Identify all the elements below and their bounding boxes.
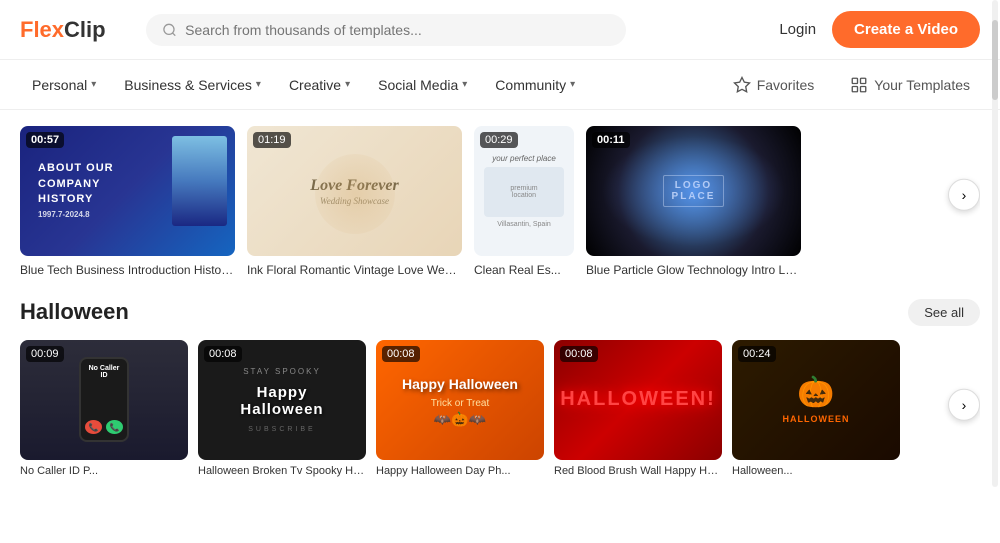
chevron-down-icon: ▾ (570, 79, 575, 90)
nav-personal-label: Personal (32, 77, 87, 93)
search-bar[interactable] (146, 14, 626, 46)
halloween-title: Halloween Broken Tv Spooky Haunted House… (198, 465, 366, 477)
login-button[interactable]: Login (779, 21, 816, 38)
scrollbar-track (992, 0, 998, 487)
duration-badge: 00:29 (480, 132, 518, 148)
template-title: Blue Particle Glow Technology Intro Logo (586, 262, 801, 279)
template-title: Clean Real Es... (474, 262, 574, 279)
main-content: 00:57 ABOUT OUR COMPANY HISTORY 1997.7-2… (0, 110, 1000, 487)
scrollbar-thumb[interactable] (992, 20, 998, 100)
section-title: Halloween (20, 299, 129, 325)
create-video-button[interactable]: Create a Video (832, 11, 980, 48)
featured-template-row: 00:57 ABOUT OUR COMPANY HISTORY 1997.7-2… (20, 110, 980, 287)
halloween-title: No Caller ID P... (20, 465, 188, 477)
halloween-title: Happy Halloween Day Ph... (376, 465, 544, 477)
logo[interactable]: FlexClip (20, 17, 130, 43)
nav-business-label: Business & Services (124, 77, 252, 93)
halloween-thumbnail: 00:24 🎃 HALLOWEEN (732, 340, 900, 460)
favorites-label: Favorites (757, 77, 815, 93)
nav: Personal ▾ Business & Services ▾ Creativ… (0, 60, 1000, 110)
nav-item-business[interactable]: Business & Services ▾ (112, 69, 273, 101)
template-thumbnail: 00:29 your perfect place premiumlocation… (474, 126, 574, 256)
template-title: Ink Floral Romantic Vintage Love Wedding… (247, 262, 462, 279)
duration-badge: 00:09 (26, 346, 64, 362)
duration-badge: 00:24 (738, 346, 776, 362)
nav-item-creative[interactable]: Creative ▾ (277, 69, 362, 101)
logo-clip: Clip (64, 17, 106, 43)
duration-badge: 00:57 (26, 132, 64, 148)
your-templates-button[interactable]: Your Templates (840, 70, 980, 100)
header-actions: Login Create a Video (779, 11, 980, 48)
halloween-card[interactable]: 00:08 HALLOWEEN! Red Blood Brush Wall Ha… (554, 340, 722, 477)
duration-badge: 00:08 (204, 346, 242, 362)
nav-community-label: Community (495, 77, 566, 93)
see-all-button[interactable]: See all (908, 299, 980, 326)
halloween-card[interactable]: 00:09 No Caller ID 📞 📞 No Caller ID P... (20, 340, 188, 477)
halloween-card[interactable]: 00:24 🎃 HALLOWEEN Halloween... (732, 340, 900, 477)
duration-badge: 00:08 (382, 346, 420, 362)
halloween-thumbnail: 00:09 No Caller ID 📞 📞 (20, 340, 188, 460)
halloween-thumbnail: 00:08 STAY SPOOKY HappyHalloween SUBSCRI… (198, 340, 366, 460)
nav-item-community[interactable]: Community ▾ (483, 69, 587, 101)
halloween-next-arrow-button[interactable]: › (948, 389, 980, 421)
nav-item-social[interactable]: Social Media ▾ (366, 69, 479, 101)
halloween-title: Red Blood Brush Wall Happy Halloween Sca… (554, 465, 722, 477)
halloween-row: 00:09 No Caller ID 📞 📞 No Caller ID P...… (20, 330, 980, 487)
chevron-down-icon: ▾ (345, 79, 350, 90)
nav-right: Favorites Your Templates (723, 70, 980, 100)
halloween-title: Halloween... (732, 465, 900, 477)
template-thumbnail: 00:57 ABOUT OUR COMPANY HISTORY 1997.7-2… (20, 126, 235, 256)
template-thumbnail: 00:11 LOGOPLACE (586, 126, 801, 256)
header: FlexClip Login Create a Video (0, 0, 1000, 60)
chevron-down-icon: ▾ (91, 79, 96, 90)
template-card[interactable]: 00:11 LOGOPLACE Blue Particle Glow Techn… (586, 126, 801, 279)
star-icon (733, 76, 751, 94)
templates-icon (850, 76, 868, 94)
next-arrow-button[interactable]: › (948, 179, 980, 211)
logo-flex: Flex (20, 17, 64, 43)
favorites-button[interactable]: Favorites (723, 70, 825, 100)
chevron-down-icon: ▾ (462, 79, 467, 90)
nav-social-label: Social Media (378, 77, 458, 93)
template-thumbnail: 01:19 Love Forever Wedding Showcase (247, 126, 462, 256)
template-card[interactable]: 00:29 your perfect place premiumlocation… (474, 126, 574, 279)
search-icon (162, 22, 177, 38)
halloween-section-header: Halloween See all (20, 299, 980, 326)
halloween-card[interactable]: 00:08 Happy Halloween Trick or Treat 🦇🎃🦇… (376, 340, 544, 477)
chevron-down-icon: ▾ (256, 79, 261, 90)
search-input[interactable] (185, 22, 610, 38)
halloween-thumbnail: 00:08 HALLOWEEN! (554, 340, 722, 460)
template-card[interactable]: 00:57 ABOUT OUR COMPANY HISTORY 1997.7-2… (20, 126, 235, 279)
duration-badge: 00:08 (560, 346, 598, 362)
template-card[interactable]: 01:19 Love Forever Wedding Showcase Ink … (247, 126, 462, 279)
template-title: Blue Tech Business Introduction History … (20, 262, 235, 279)
nav-creative-label: Creative (289, 77, 341, 93)
halloween-thumbnail: 00:08 Happy Halloween Trick or Treat 🦇🎃🦇 (376, 340, 544, 460)
your-templates-label: Your Templates (874, 77, 970, 93)
nav-item-personal[interactable]: Personal ▾ (20, 69, 108, 101)
halloween-card[interactable]: 00:08 STAY SPOOKY HappyHalloween SUBSCRI… (198, 340, 366, 477)
